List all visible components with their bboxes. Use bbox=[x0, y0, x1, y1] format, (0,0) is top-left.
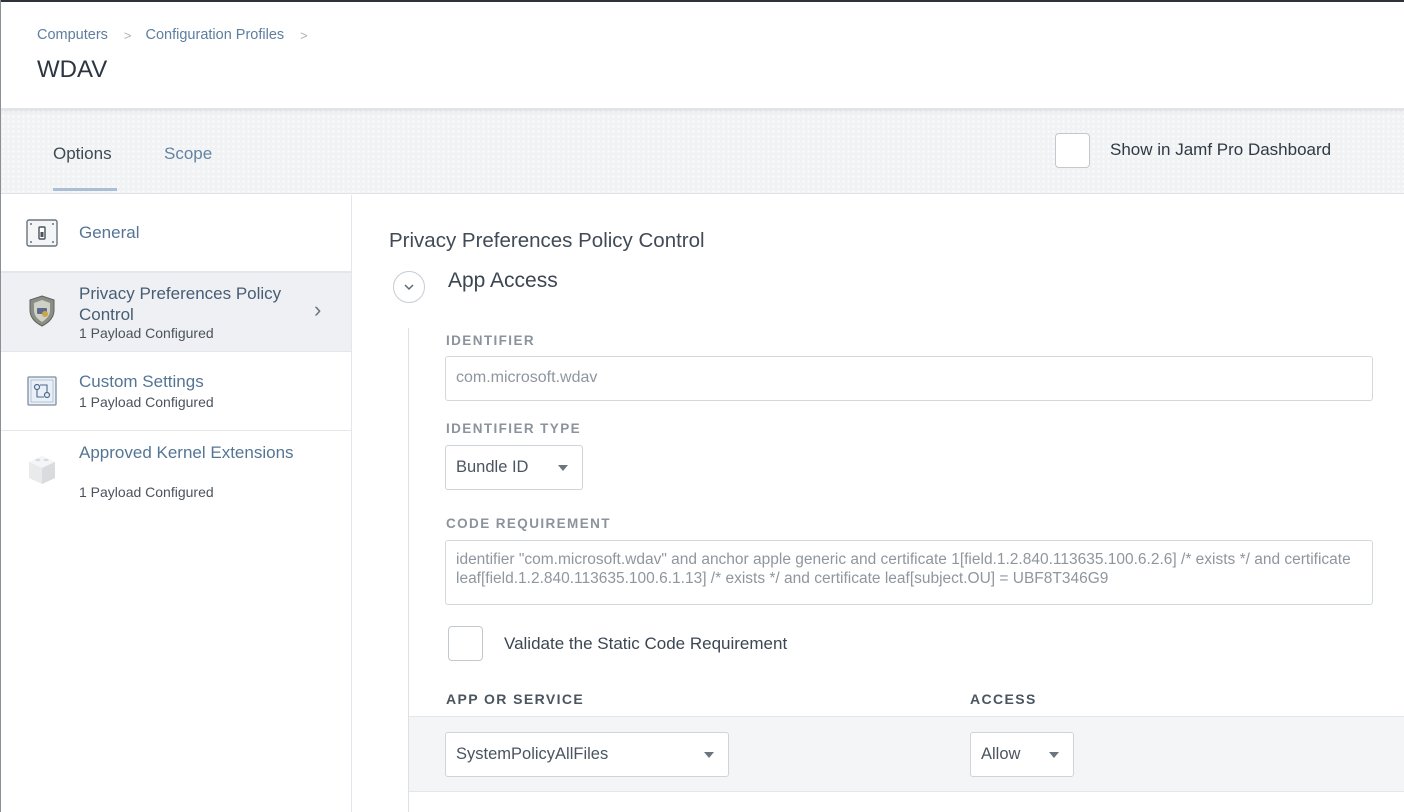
code-requirement-label: CODE REQUIREMENT bbox=[446, 516, 611, 531]
breadcrumb-separator-icon: > bbox=[300, 27, 308, 43]
identifier-input[interactable]: com.microsoft.wdav bbox=[445, 356, 1373, 401]
sidebar-item-label: Custom Settings bbox=[79, 372, 204, 391]
tab-options-label: Options bbox=[53, 144, 112, 163]
payload-sidebar: General Privacy Preferences Policy Contr… bbox=[1, 195, 352, 812]
validate-static-code-checkbox[interactable] bbox=[448, 626, 483, 661]
validate-static-code-label: Validate the Static Code Requirement bbox=[504, 634, 788, 653]
identifier-label: IDENTIFIER bbox=[446, 333, 536, 348]
breadcrumb-separator-icon: > bbox=[123, 27, 132, 43]
identifier-type-select[interactable]: Bundle ID bbox=[445, 445, 583, 490]
sidebar-item-label: Approved Kernel Extensions bbox=[79, 443, 294, 462]
sidebar-item-label: Privacy Preferences Policy Control bbox=[79, 284, 282, 324]
identifier-type-value: Bundle ID bbox=[456, 458, 529, 476]
breadcrumb: Computers > Configuration Profiles > bbox=[37, 27, 322, 43]
sidebar-item-custom-settings[interactable]: Custom Settings 1 Payload Configured bbox=[1, 352, 351, 431]
breadcrumb-computers-link[interactable]: Computers bbox=[37, 27, 108, 43]
access-header: ACCESS bbox=[970, 691, 1037, 707]
app-access-title: App Access bbox=[448, 269, 558, 292]
sidebar-item-subtitle: 1 Payload Configured bbox=[79, 484, 214, 500]
chevron-right-icon: › bbox=[314, 297, 322, 322]
app-or-service-header: APP OR SERVICE bbox=[446, 691, 585, 707]
chevron-down-icon bbox=[404, 284, 414, 291]
page-title: WDAV bbox=[37, 56, 108, 83]
dropdown-caret-icon bbox=[704, 752, 714, 758]
active-tab-indicator bbox=[53, 188, 117, 191]
sidebar-item-subtitle: 1 Payload Configured bbox=[79, 394, 214, 410]
sidebar-item-general[interactable]: General bbox=[1, 195, 351, 272]
sidebar-item-approved-kernel-extensions[interactable]: Approved Kernel Extensions 1 Payload Con… bbox=[1, 431, 351, 521]
sidebar-item-label: General bbox=[79, 223, 140, 242]
access-select[interactable]: Allow bbox=[970, 732, 1074, 777]
identifier-type-label: IDENTIFIER TYPE bbox=[446, 421, 582, 436]
app-or-service-value: SystemPolicyAllFiles bbox=[456, 745, 609, 763]
sidebar-item-subtitle: 1 Payload Configured bbox=[79, 325, 214, 341]
tab-bar: Options Scope Show in Jamf Pro Dashboard bbox=[1, 108, 1404, 194]
kernel-extension-cube-icon bbox=[25, 453, 59, 487]
show-in-dashboard-label: Show in Jamf Pro Dashboard bbox=[1110, 140, 1332, 159]
sidebar-item-privacy-preferences[interactable]: Privacy Preferences Policy Control 1 Pay… bbox=[1, 272, 351, 352]
code-requirement-textarea[interactable]: identifier "com.microsoft.wdav" and anch… bbox=[445, 540, 1373, 605]
switch-panel-icon bbox=[25, 216, 59, 250]
breadcrumb-configuration-profiles-link[interactable]: Configuration Profiles bbox=[146, 27, 285, 43]
dropdown-caret-icon bbox=[1049, 752, 1059, 758]
show-in-dashboard-checkbox[interactable] bbox=[1055, 133, 1090, 168]
tab-options[interactable]: Options bbox=[53, 144, 117, 191]
shield-icon bbox=[25, 294, 59, 328]
app-or-service-select[interactable]: SystemPolicyAllFiles bbox=[445, 732, 729, 777]
payload-editor: Privacy Preferences Policy Control App A… bbox=[353, 195, 1404, 812]
section-title: Privacy Preferences Policy Control bbox=[389, 229, 705, 252]
page-header: Computers > Configuration Profiles > WDA… bbox=[1, 2, 1404, 108]
dropdown-caret-icon bbox=[558, 465, 568, 471]
tab-scope[interactable]: Scope bbox=[164, 144, 212, 164]
custom-settings-icon bbox=[25, 374, 59, 408]
collapse-button[interactable] bbox=[393, 271, 425, 303]
access-value: Allow bbox=[981, 745, 1021, 763]
